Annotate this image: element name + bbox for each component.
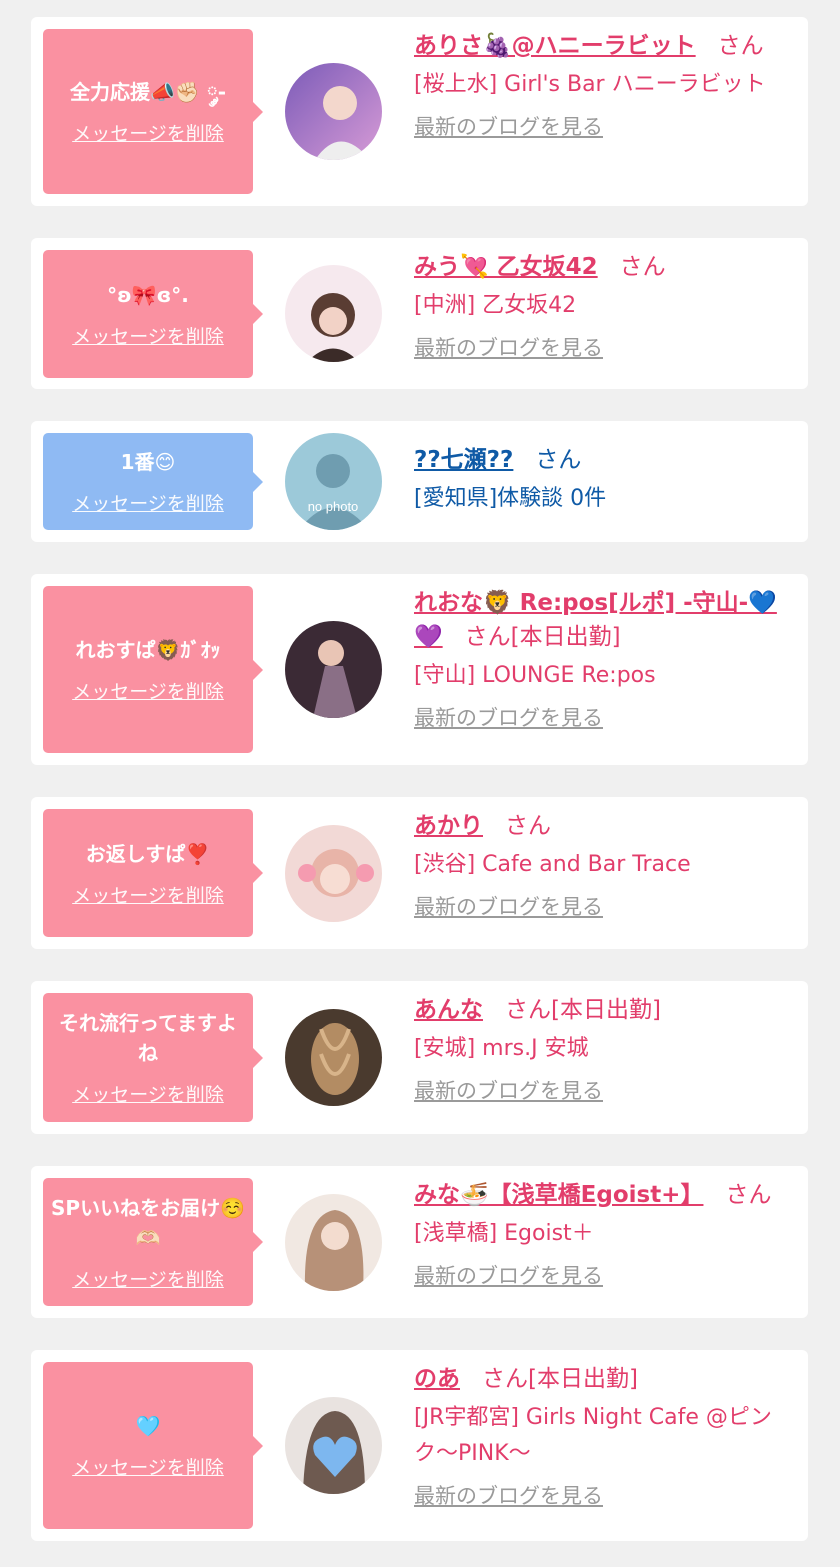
shop-name: [桜上水] Girl's Bar ハニーラビット xyxy=(414,72,766,97)
profile-info: みう💘 乙女坂42 さん [中洲] 乙女坂42 最新のブログを見る xyxy=(414,250,799,362)
shop-name: [浅草橋] Egoist＋ xyxy=(414,1221,594,1246)
avatar-placeholder-text: no photo xyxy=(308,499,359,514)
delete-message-link[interactable]: メッセージを削除 xyxy=(72,489,224,516)
honorific: さん xyxy=(482,1366,528,1392)
honorific: さん xyxy=(505,813,551,839)
shop-name: [安城] mrs.J 安城 xyxy=(414,1036,589,1061)
avatar[interactable] xyxy=(285,825,382,922)
avatar[interactable] xyxy=(285,1397,382,1494)
avatar[interactable] xyxy=(285,265,382,362)
list-item: お返しすぱ❣️ メッセージを削除 あかり さん [渋谷] Cafe and Bar… xyxy=(31,797,808,949)
message-bubble: それ流行ってますよね メッセージを削除 xyxy=(43,993,263,1122)
shop-name: [守山] LOUNGE Re:pos xyxy=(414,663,656,688)
avatar[interactable] xyxy=(285,1194,382,1291)
profile-name-link[interactable]: あかり xyxy=(414,813,483,839)
avatar[interactable] xyxy=(285,621,382,718)
message-text: れおすぱ🦁ｶﾞｵｯ xyxy=(75,638,221,662)
honorific: さん xyxy=(535,447,582,473)
profile-name-link[interactable]: ありさ🍇@ハニーラビット xyxy=(414,33,696,59)
blog-link[interactable]: 最新のブログを見る xyxy=(414,1480,603,1510)
delete-message-link[interactable]: メッセージを削除 xyxy=(72,677,224,704)
profile-info: ??七瀬?? さん [愛知県]体験談 0件 xyxy=(414,443,799,517)
message-text: 🩵 xyxy=(135,1414,161,1438)
blog-link[interactable]: 最新のブログを見る xyxy=(414,891,603,921)
profile-name-link[interactable]: みな🍜【浅草橋Egoist+】 xyxy=(414,1182,703,1208)
delete-message-link[interactable]: メッセージを削除 xyxy=(72,1265,224,1292)
blog-link[interactable]: 最新のブログを見る xyxy=(414,111,603,141)
honorific: さん xyxy=(505,997,551,1023)
message-bubble: 1番😊 メッセージを削除 xyxy=(43,433,263,530)
blog-link[interactable]: 最新のブログを見る xyxy=(414,702,603,732)
message-text: SPいいねをお届け☺️🫶🏻 xyxy=(51,1195,245,1250)
delete-message-link[interactable]: メッセージを削除 xyxy=(72,119,224,146)
blog-link[interactable]: 最新のブログを見る xyxy=(414,1075,603,1105)
profile-name-link[interactable]: ??七瀬?? xyxy=(414,447,513,473)
shop-name: [渋谷] Cafe and Bar Trace xyxy=(414,852,691,877)
shop-name: [愛知県]体験談 0件 xyxy=(414,486,607,511)
honorific: さん xyxy=(725,1182,772,1208)
profile-name-link[interactable]: のあ xyxy=(414,1366,460,1392)
shop-name: [JR宇都宮] Girls Night Cafe @ピンク〜PINK〜 xyxy=(414,1405,772,1466)
message-bubble: 🩵 メッセージを削除 xyxy=(43,1362,263,1529)
shop-name: [中洲] 乙女坂42 xyxy=(414,293,577,318)
message-bubble: SPいいねをお届け☺️🫶🏻 メッセージを削除 xyxy=(43,1178,263,1306)
list-item: °ʚ🎀ɞ°. メッセージを削除 みう💘 乙女坂42 さん [中洲] 乙女坂42 最… xyxy=(31,238,808,389)
message-bubble: お返しすぱ❣️ メッセージを削除 xyxy=(43,809,263,937)
message-text: 全力応援📣✊🏻 ༘- xyxy=(69,80,227,104)
honorific: さん xyxy=(717,33,764,59)
list-item: 1番😊 メッセージを削除 no photo ??七瀬?? さん [愛知県]体験談 … xyxy=(31,421,808,542)
status-badge: [本日出勤] xyxy=(551,997,661,1023)
avatar[interactable]: no photo xyxy=(285,433,382,530)
blog-link[interactable]: 最新のブログを見る xyxy=(414,1260,603,1290)
message-bubble: れおすぱ🦁ｶﾞｵｯ メッセージを削除 xyxy=(43,586,263,753)
list-item: SPいいねをお届け☺️🫶🏻 メッセージを削除 みな🍜【浅草橋Egoist+】 さん… xyxy=(31,1166,808,1318)
delete-message-link[interactable]: メッセージを削除 xyxy=(72,881,224,908)
profile-info: あかり さん [渋谷] Cafe and Bar Trace 最新のブログを見る xyxy=(414,809,799,921)
message-bubble: 全力応援📣✊🏻 ༘- メッセージを削除 xyxy=(43,29,263,194)
list-item: 全力応援📣✊🏻 ༘- メッセージを削除 ありさ🍇@ハニーラビット さん [桜上水]… xyxy=(31,17,808,206)
list-item: 🩵 メッセージを削除 のあ さん[本日出勤] [JR宇都宮] Girls Nigh… xyxy=(31,1350,808,1541)
message-text: お返しすぱ❣️ xyxy=(85,841,211,866)
avatar[interactable] xyxy=(285,1009,382,1106)
delete-message-link[interactable]: メッセージを削除 xyxy=(72,1453,224,1480)
avatar[interactable] xyxy=(285,63,382,160)
profile-info: ありさ🍇@ハニーラビット さん [桜上水] Girl's Bar ハニーラビット … xyxy=(414,29,799,141)
delete-message-link[interactable]: メッセージを削除 xyxy=(72,322,224,349)
list-item: れおすぱ🦁ｶﾞｵｯ メッセージを削除 れおな🦁 Re:pos[ルポ] -守山-💙… xyxy=(31,574,808,765)
profile-name-link[interactable]: あんな xyxy=(414,997,483,1023)
profile-info: れおな🦁 Re:pos[ルポ] -守山-💙💜 さん[本日出勤] [守山] LOUN… xyxy=(414,586,799,732)
profile-info: みな🍜【浅草橋Egoist+】 さん [浅草橋] Egoist＋ 最新のブログを見… xyxy=(414,1178,799,1290)
message-text: それ流行ってますよね xyxy=(59,1011,237,1065)
honorific: さん xyxy=(619,254,666,280)
blog-link[interactable]: 最新のブログを見る xyxy=(414,332,603,362)
message-bubble: °ʚ🎀ɞ°. メッセージを削除 xyxy=(43,250,263,378)
status-badge: [本日出勤] xyxy=(510,624,621,650)
profile-info: あんな さん[本日出勤] [安城] mrs.J 安城 最新のブログを見る xyxy=(414,993,799,1105)
profile-info: のあ さん[本日出勤] [JR宇都宮] Girls Night Cafe @ピンク… xyxy=(414,1362,799,1510)
message-text: °ʚ🎀ɞ°. xyxy=(107,282,189,307)
status-badge: [本日出勤] xyxy=(528,1366,638,1392)
message-text: 1番😊 xyxy=(120,450,176,474)
delete-message-link[interactable]: メッセージを削除 xyxy=(72,1080,224,1107)
profile-name-link[interactable]: みう💘 乙女坂42 xyxy=(414,254,598,280)
list-item: それ流行ってますよね メッセージを削除 あんな さん[本日出勤] [安城] mrs… xyxy=(31,981,808,1134)
honorific: さん xyxy=(464,624,511,650)
